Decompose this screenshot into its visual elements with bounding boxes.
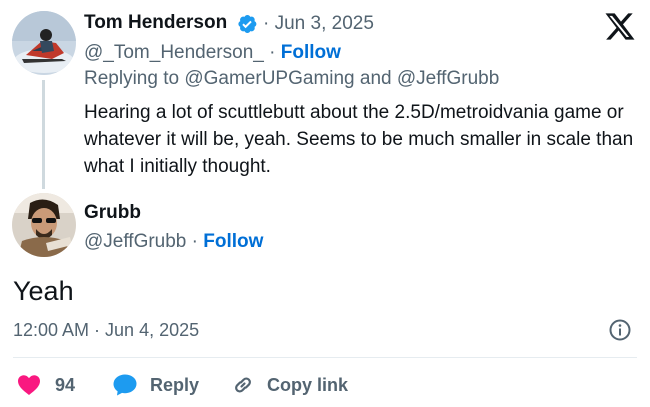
parent-display-name[interactable]: Tom Henderson: [84, 12, 227, 34]
link-icon: [235, 377, 251, 393]
reply-button[interactable]: Reply: [112, 372, 199, 398]
separator-dot: ·: [263, 13, 270, 34]
parent-tweet-text: Hearing a lot of scuttlebutt about the 2…: [84, 102, 634, 177]
parent-date-text: Jun 3, 2025: [274, 13, 374, 34]
copy-link-label: Copy link: [267, 374, 349, 395]
like-button[interactable]: 94: [17, 372, 75, 398]
parent-date[interactable]: · Jun 3, 2025: [263, 13, 374, 35]
like-count: 94: [55, 374, 76, 395]
main-tweet-text: Yeah: [13, 276, 74, 306]
follow-grubb-button[interactable]: Follow: [203, 231, 263, 252]
main-display-name[interactable]: Grubb: [84, 202, 141, 224]
speech-bubble-icon: [113, 374, 137, 396]
reply-label: Reply: [150, 374, 200, 395]
tom-henderson-avatar[interactable]: [12, 11, 76, 75]
separator-dot: ·: [191, 231, 198, 252]
main-handle[interactable]: @JeffGrubb: [84, 231, 186, 252]
x-logo-icon[interactable]: [604, 12, 636, 41]
copy-link-button[interactable]: Copy link: [231, 372, 348, 398]
tweet-timestamp[interactable]: 12:00 AM · Jun 4, 2025: [13, 320, 199, 341]
info-icon[interactable]: [608, 318, 632, 342]
follow-tom-button[interactable]: Follow: [281, 42, 341, 63]
divider: [13, 357, 637, 358]
mention-jeffgrubb[interactable]: @JeffGrubb: [397, 68, 499, 89]
verified-badge-icon: [238, 15, 257, 33]
mention-gamerupgaming[interactable]: @GamerUPGaming: [184, 68, 354, 89]
replying-to-line: Replying to @GamerUPGaming and @JeffGrub…: [84, 68, 499, 90]
thread-connector-line: [42, 80, 45, 189]
replying-and: and: [359, 68, 392, 89]
parent-handle[interactable]: @_Tom_Henderson_: [84, 42, 264, 63]
grubb-avatar[interactable]: [12, 193, 76, 257]
separator-dot: ·: [269, 42, 276, 63]
embedded-tweet: Tom Henderson · Jun 3, 2025 @_Tom_Hender…: [0, 0, 650, 407]
main-handle-row: @JeffGrubb · Follow: [84, 231, 263, 253]
heart-icon: [18, 375, 40, 395]
parent-handle-row: @_Tom_Henderson_ · Follow: [84, 42, 341, 64]
replying-prefix: Replying to: [84, 68, 180, 89]
